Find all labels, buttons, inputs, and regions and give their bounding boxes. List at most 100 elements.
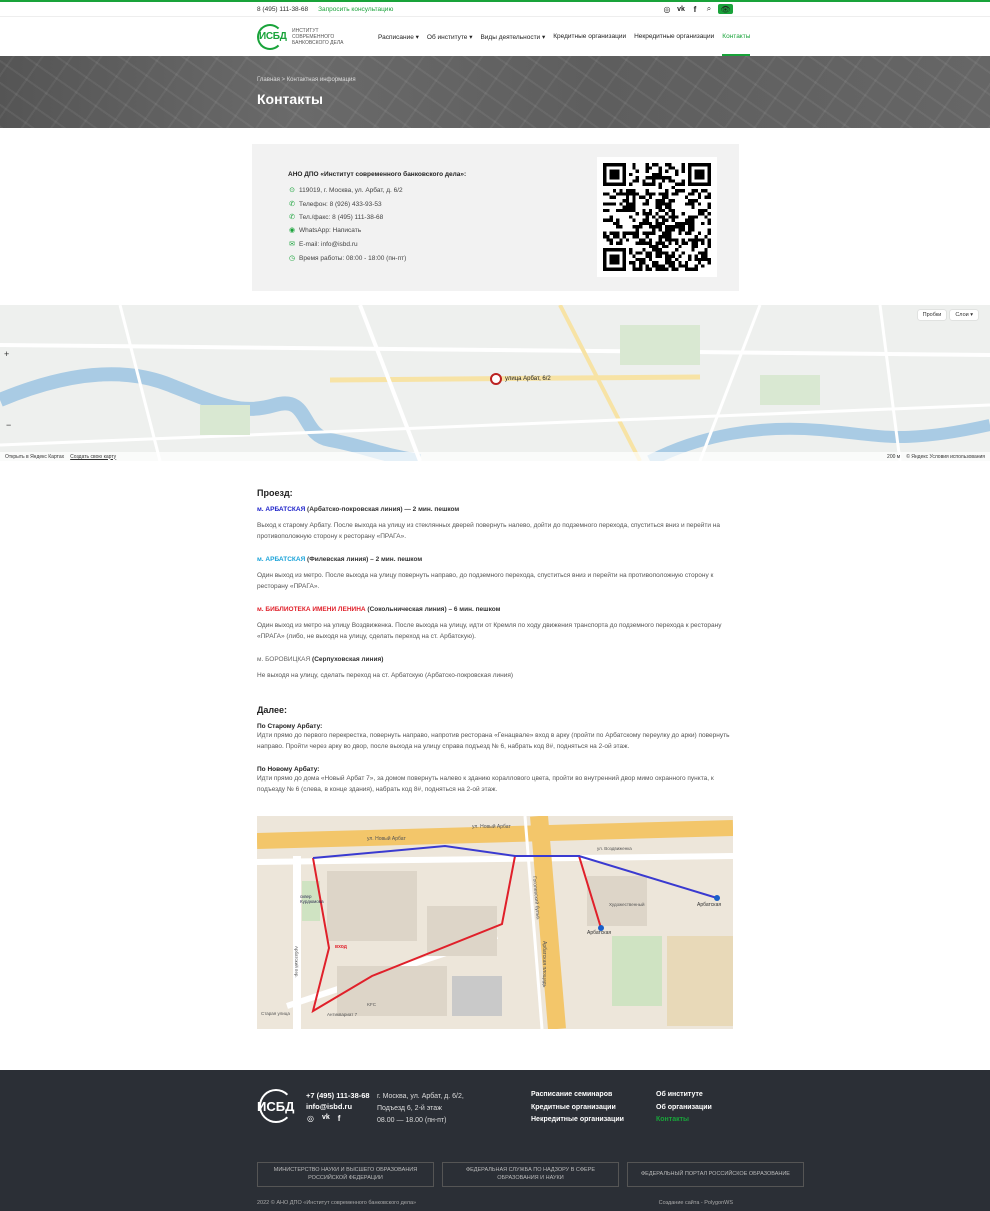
footer-nav-2: Об институте Об организации Контакты xyxy=(656,1089,712,1127)
map-scale: 200 м xyxy=(887,453,901,460)
footer-email[interactable]: info@isbd.ru xyxy=(306,1102,352,1111)
email-icon: ✉ xyxy=(289,241,295,248)
footer-social: ◎ vk f xyxy=(307,1114,340,1123)
logo-mark: ИСБД xyxy=(257,23,289,50)
travel-title: Проезд: xyxy=(257,488,293,498)
footer-address: г. Москва, ул. Арбат, д. 6/2, Подъезд 6,… xyxy=(377,1093,464,1124)
nav-about[interactable]: Об институте ▾ xyxy=(427,17,473,56)
new-arbat-heading: По Новому Арбату: xyxy=(257,766,320,773)
developer-credit[interactable]: Создание сайта - PolygonWS xyxy=(659,1200,733,1206)
footer-link-noncredit[interactable]: Некредитные организации xyxy=(531,1114,624,1127)
logo[interactable]: ИСБД ИНСТИТУТ СОВРЕМЕННОГО БАНКОВСКОГО Д… xyxy=(257,23,352,50)
instagram-icon[interactable]: ◎ xyxy=(307,1114,314,1123)
header: ИСБД ИНСТИТУТ СОВРЕМЕННОГО БАНКОВСКОГО Д… xyxy=(0,17,990,56)
map2-vozdvizhenka: ул. Воздвиженка xyxy=(597,846,632,851)
logo-subtitle: ИНСТИТУТ СОВРЕМЕННОГО БАНКОВСКОГО ДЕЛА xyxy=(292,27,344,46)
nav-schedule[interactable]: Расписание ▾ xyxy=(378,17,419,56)
vk-icon[interactable]: vk xyxy=(322,1114,330,1123)
old-arbat-heading: По Старому Арбату: xyxy=(257,723,323,730)
ministry-link[interactable]: МИНИСТЕРСТВО НАУКИ И ВЫСШЕГО ОБРАЗОВАНИЯ… xyxy=(257,1162,434,1187)
hero-banner: Главная > Контактная информация Контакты xyxy=(0,56,990,128)
search-icon[interactable]: ⌕ xyxy=(704,4,714,14)
nav-activities[interactable]: Виды деятельности ▾ xyxy=(480,17,545,56)
edu-portal-link[interactable]: ФЕДЕРАЛЬНЫЙ ПОРТАЛ РОССИЙСКОЕ ОБРАЗОВАНИ… xyxy=(627,1162,804,1187)
route-3-text: Один выход из метро на улицу Воздвиженка… xyxy=(257,622,722,640)
map-controls: Пробки Слои ▾ xyxy=(917,310,978,320)
map2-hud: Художественный xyxy=(609,902,645,907)
map2-skver: сквер Курдюмова xyxy=(300,894,324,904)
map-terms[interactable]: © Яндекс Условия использования xyxy=(906,454,985,460)
map2-antique: Антиквариат 7 xyxy=(327,1012,358,1017)
layers-button[interactable]: Слои ▾ xyxy=(950,310,978,320)
create-map-link[interactable]: Создать свою карту xyxy=(70,454,116,460)
pin-icon xyxy=(490,373,502,385)
map2-arbat-lane: Арбатский пер. xyxy=(294,946,299,978)
org-name: АНО ДПО «Институт современного банковско… xyxy=(288,171,467,178)
map-pin[interactable]: улица Арбат, 6/2 xyxy=(490,373,551,385)
zoom-out-button[interactable]: − xyxy=(6,420,11,430)
traffic-button[interactable]: Пробки xyxy=(917,310,947,320)
contact-row-whatsapp[interactable]: ◉ WhatsApp: Написать xyxy=(288,226,361,235)
footer-partner-links: МИНИСТЕРСТВО НАУКИ И ВЫСШЕГО ОБРАЗОВАНИЯ… xyxy=(257,1162,804,1187)
map2-arbatskaya-1: Арбатская xyxy=(587,930,612,936)
route-1-title: м. АРБАТСКАЯ (Арбатско-покровская линия)… xyxy=(257,506,460,513)
clock-icon: ◷ xyxy=(288,255,296,262)
map2-arbat-sq: Арбатская площадь xyxy=(541,941,547,988)
contact-row-hours: ◷ Время работы: 08:00 - 18:00 (пн-пт) xyxy=(288,254,407,263)
yandex-map[interactable]: Пробки Слои ▾ + − улица Арбат, 6/2 Откры… xyxy=(0,305,990,461)
whatsapp-icon: ◉ xyxy=(288,227,296,234)
page-title: Контакты xyxy=(257,91,324,107)
route-3-title: м. БИБЛИОТЕКА ИМЕНИ ЛЕНИНА (Сокольническ… xyxy=(257,606,501,613)
instagram-icon[interactable]: ◎ xyxy=(662,5,672,14)
route-2-title: м. АРБАТСКАЯ (Филевская линия) – 2 мин. … xyxy=(257,556,423,563)
old-arbat-text: Идти прямо до первого перекрестка, повер… xyxy=(257,732,730,750)
route-1-text: Выход к старому Арбату. После выхода на … xyxy=(257,522,721,540)
footer-phone[interactable]: +7 (495) 111-38-68 xyxy=(306,1091,370,1100)
eye-icon[interactable]: 👁 xyxy=(718,4,733,14)
consult-link[interactable]: Запросить консультацию xyxy=(318,6,393,13)
nav-credit-orgs[interactable]: Кредитные организации xyxy=(553,17,626,56)
footer-logo[interactable]: ИСБД xyxy=(257,1089,297,1125)
top-bar: 8 (495) 111-38-68 Запросить консультацию… xyxy=(0,0,990,17)
route-2-text: Один выход из метро. После выхода на ули… xyxy=(257,572,714,590)
copyright: 2022 © АНО ДПО «Институт современного ба… xyxy=(257,1200,417,1206)
breadcrumb[interactable]: Главная > Контактная информация xyxy=(257,77,356,83)
contact-row-fax[interactable]: ✆ Тел./факс: 8 (495) 111-38-68 xyxy=(288,213,383,222)
route-4-text: Не выходя на улицу, сделать переход на с… xyxy=(257,672,514,679)
top-phone[interactable]: 8 (495) 111-38-68 xyxy=(257,6,308,13)
zoom-in-button[interactable]: + xyxy=(4,349,9,359)
main-nav: Расписание ▾ Об институте ▾ Виды деятель… xyxy=(378,17,751,56)
map2-entrance: вход xyxy=(335,944,347,950)
footer-link-about[interactable]: Об институте xyxy=(656,1089,712,1102)
nav-noncredit-orgs[interactable]: Некредитные организации xyxy=(634,17,714,56)
footer-link-contacts[interactable]: Контакты xyxy=(656,1114,712,1127)
nav-contacts[interactable]: Контакты xyxy=(722,17,751,56)
facebook-icon[interactable]: f xyxy=(690,5,700,14)
contact-row-phone[interactable]: ✆ Телефон: 8 (926) 433-93-53 xyxy=(288,200,382,209)
map2-street-top: ул. Новый Арбат xyxy=(367,836,406,842)
route-map: ул. Новый Арбат ул. Новый Арбат ул. Возд… xyxy=(257,816,733,1029)
directions: Проезд: м. АРБАТСКАЯ (Арбатско-покровска… xyxy=(257,488,735,795)
map2-kfc: KFC xyxy=(367,1002,376,1007)
footer-link-schedule[interactable]: Расписание семинаров xyxy=(531,1089,624,1102)
map-footer: Открыть в Яндекс Картах Создать свою кар… xyxy=(0,452,990,461)
facebook-icon[interactable]: f xyxy=(338,1114,341,1123)
footer: ИСБД +7 (495) 111-38-68 info@isbd.ru ◎ v… xyxy=(0,1070,990,1211)
vk-icon[interactable]: vk xyxy=(676,6,686,13)
route-4-title: м. БОРОВИЦКАЯ (Серпуховская линия) xyxy=(257,656,384,663)
new-arbat-text: Идти прямо до дома «Новый Арбат 7», за д… xyxy=(257,775,714,793)
contact-card: АНО ДПО «Институт современного банковско… xyxy=(252,144,739,291)
map2-street-top2: ул. Новый Арбат xyxy=(472,824,511,830)
map2-arbatskaya-2: Арбатская xyxy=(697,902,722,908)
contact-row-address: ⊙ 119019, г. Москва, ул. Арбат, д. 6/2 xyxy=(289,186,403,195)
footer-link-credit[interactable]: Кредитные организации xyxy=(531,1102,624,1115)
open-yandex-link[interactable]: Открыть в Яндекс Картах xyxy=(5,454,64,460)
top-icons: ◎ vk f ⌕ 👁 xyxy=(662,4,733,14)
map2-old-street: Старая улица xyxy=(261,1011,290,1016)
footer-link-org[interactable]: Об организации xyxy=(656,1102,712,1115)
phone-icon: ✆ xyxy=(289,201,295,208)
rosobrnadzor-link[interactable]: ФЕДЕРАЛЬНАЯ СЛУЖБА ПО НАДЗОРУ В СФЕРЕ ОБ… xyxy=(442,1162,619,1187)
contact-row-email[interactable]: ✉ E-mail: info@isbd.ru xyxy=(288,240,358,249)
qr-code xyxy=(597,157,717,277)
location-icon: ⊙ xyxy=(289,187,295,194)
